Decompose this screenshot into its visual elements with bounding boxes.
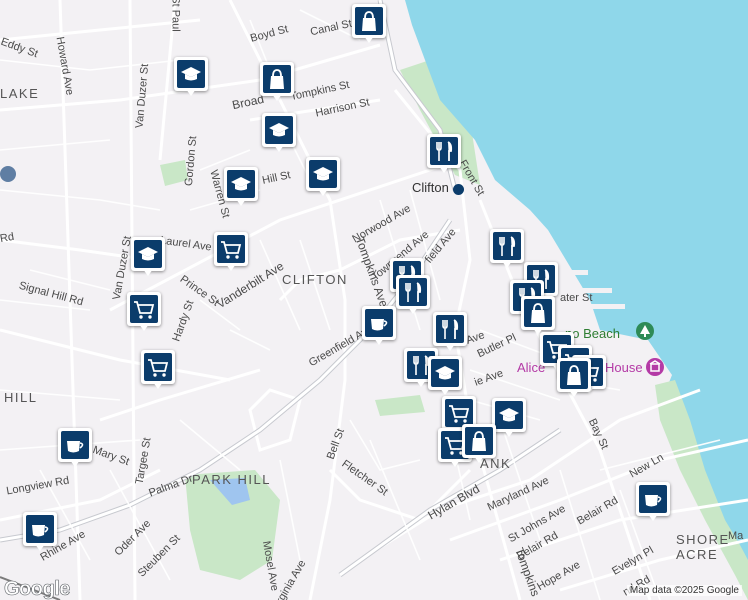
school-icon-pin[interactable] (492, 398, 526, 438)
google-logo: Google (4, 578, 71, 600)
restaurant-icon-pin[interactable] (427, 134, 461, 174)
area-label-lake: LAKE (0, 86, 40, 101)
grocery-cart-icon (449, 405, 470, 423)
poi-label[interactable]: House (605, 360, 643, 375)
school-icon-pin[interactable] (224, 167, 258, 207)
cafe-icon (371, 319, 388, 331)
cafe-icon (32, 525, 49, 537)
shopping-bag-icon (362, 11, 376, 31)
school-icon-pin[interactable] (131, 237, 165, 277)
shopping-bag-icon (567, 365, 581, 385)
area-label-hill: HILL (4, 390, 38, 405)
shopping-bag-icon (531, 303, 545, 323)
area-label-shore-acres: SHORE ACRE (676, 532, 730, 562)
restaurant-icon-pin[interactable] (490, 229, 524, 269)
map-location-icon[interactable] (0, 166, 16, 182)
cafe-icon-pin[interactable] (362, 306, 396, 346)
grocery-cart-icon-pin[interactable] (127, 292, 161, 332)
cafe-icon-pin[interactable] (636, 482, 670, 522)
school-icon (499, 408, 519, 422)
school-icon-pin[interactable] (262, 113, 296, 153)
shopping-bag-icon-pin[interactable] (260, 62, 294, 102)
street-label: ater St (560, 292, 593, 304)
school-icon (231, 177, 251, 191)
cafe-icon-pin[interactable] (58, 428, 92, 468)
grocery-cart-icon-pin[interactable] (141, 350, 175, 390)
grocery-cart-icon-pin[interactable] (214, 232, 248, 272)
school-icon-pin[interactable] (174, 57, 208, 97)
shopping-bag-icon-pin[interactable] (352, 4, 386, 44)
shopping-bag-icon-pin[interactable] (557, 358, 591, 398)
grocery-cart-icon (134, 301, 155, 319)
area-label-park-hill: PARK HILL (192, 472, 272, 487)
shopping-bag-icon-pin[interactable] (521, 296, 555, 336)
map-canvas[interactable]: St Paul Eddy St Howard Ave Van Duzer St … (0, 0, 748, 600)
street-label: St Paul (169, 0, 182, 32)
school-icon (313, 167, 333, 181)
museum-icon[interactable] (646, 358, 664, 376)
shopping-bag-icon-pin[interactable] (462, 424, 496, 464)
subway-icon[interactable] (453, 184, 464, 195)
street-label: Rd (0, 230, 15, 246)
school-icon (269, 123, 289, 137)
school-icon (138, 247, 158, 261)
restaurant-icon (405, 282, 422, 302)
grocery-cart-icon (221, 241, 242, 259)
school-icon-pin[interactable] (306, 157, 340, 197)
restaurant-icon (499, 236, 516, 256)
restaurant-icon-pin[interactable] (433, 312, 467, 352)
school-icon (181, 67, 201, 81)
cafe-icon (645, 495, 662, 507)
school-icon-pin[interactable] (428, 356, 462, 396)
restaurant-icon-pin[interactable] (396, 275, 430, 315)
park-icon[interactable] (636, 322, 654, 340)
area-label-clifton: CLIFTON (282, 272, 348, 287)
shopping-bag-icon (270, 69, 284, 89)
grocery-cart-icon (148, 359, 169, 377)
cafe-icon-pin[interactable] (23, 512, 57, 552)
restaurant-icon (442, 319, 459, 339)
map-attribution: Map data ©2025 Google (626, 585, 742, 596)
shopping-bag-icon (472, 431, 486, 451)
school-icon (435, 366, 455, 380)
cafe-icon (67, 441, 84, 453)
station-label: Clifton (412, 180, 449, 195)
restaurant-icon (436, 141, 453, 161)
